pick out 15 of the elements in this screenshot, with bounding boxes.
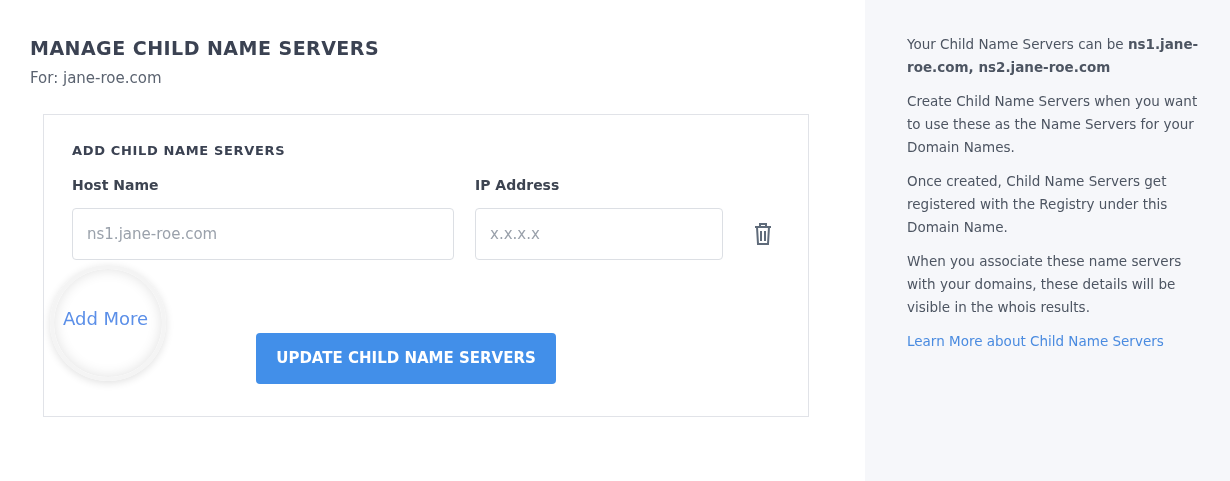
add-more-link[interactable]: Add More: [63, 305, 149, 332]
host-name-field[interactable]: ns1.jane-roe.com: [72, 207, 454, 260]
info-paragraph: Create Child Name Servers when you want to use these as the Name Servers for your Domain Names.: [907, 92, 1199, 157]
info-paragraph: Your Child Name Servers can be ns1.jane-roe.com, ns2.jane-roe.com: [907, 35, 1200, 77]
field-label: IP Address: [475, 175, 560, 195]
field-label: Host Name: [72, 175, 160, 195]
update-button[interactable]: UPDATE CHILD NAME SERVERS: [256, 332, 556, 384]
ip-address-field[interactable]: x.x.x.x: [475, 207, 723, 260]
trash-icon[interactable]: [753, 221, 773, 246]
page-title: MANAGE CHILD NAME SERVERS: [30, 36, 381, 61]
learn-more-link[interactable]: Learn More about Child Name Servers: [907, 333, 1164, 349]
domain-subtitle: For: jane-roe.com: [30, 67, 163, 89]
card-title: ADD CHILD NAME SERVERS: [72, 142, 287, 160]
info-paragraph: Once created, Child Name Servers get registered with the Registry under this Domain Name.: [907, 172, 1169, 237]
info-paragraph: When you associate these name servers with your domains, these details will be visible in the whois results.: [907, 252, 1183, 317]
